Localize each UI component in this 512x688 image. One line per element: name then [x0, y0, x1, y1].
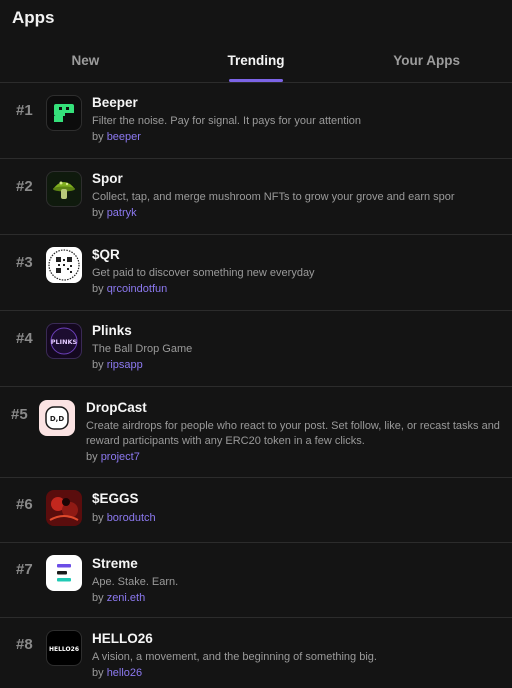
tab-your-apps[interactable]: Your Apps	[341, 38, 512, 82]
page-title: Apps	[12, 8, 55, 27]
tab-bar: New Trending Your Apps	[0, 38, 512, 83]
author-link[interactable]: project7	[101, 451, 140, 463]
app-info: Plinks The Ball Drop Game by ripsapp	[92, 323, 502, 373]
app-name: $EGGS	[92, 491, 139, 506]
app-author: by patryk	[92, 206, 502, 221]
app-row-hello26[interactable]: #8 HELLO26 HELLO26 A vision, a movement,…	[0, 618, 512, 688]
app-description: A vision, a movement, and the beginning …	[92, 651, 377, 663]
app-info: DropCast Create airdrops for people who …	[86, 400, 502, 465]
app-info: HELLO26 A vision, a movement, and the be…	[92, 631, 502, 681]
by-prefix: by	[92, 512, 104, 524]
page-header: Apps	[0, 0, 512, 38]
tab-label: New	[71, 53, 100, 68]
logo-text: HELLO26	[49, 646, 79, 653]
app-description: Ape. Stake. Earn.	[92, 576, 179, 588]
rank-label: #3	[16, 254, 33, 271]
app-list: #1 Beeper Filter the noise. Pay for sign…	[0, 83, 512, 688]
streme-logo-icon	[46, 555, 82, 591]
app-name: DropCast	[86, 400, 147, 415]
active-tab-indicator	[229, 79, 283, 82]
rank-label: #1	[16, 102, 33, 119]
rank-label: #7	[16, 561, 33, 578]
rank-label: #2	[16, 178, 33, 195]
dropcast-face-icon: D,D	[39, 400, 75, 436]
author-link[interactable]: beeper	[107, 131, 141, 143]
author-link[interactable]: hello26	[107, 667, 142, 679]
app-author: by project7	[86, 450, 502, 465]
app-info: $EGGS by borodutch	[92, 491, 502, 526]
rank-label: #5	[11, 406, 28, 423]
rank-label: #6	[16, 496, 33, 513]
qr-code-icon	[46, 247, 82, 283]
app-author: by ripsapp	[92, 358, 502, 373]
tab-label: Your Apps	[393, 53, 461, 68]
beeper-icon	[46, 95, 82, 131]
tab-label: Trending	[227, 53, 285, 68]
by-prefix: by	[86, 451, 98, 463]
author-link[interactable]: qrcoindotfun	[107, 283, 168, 295]
logo-text: D,D	[50, 415, 64, 423]
plinks-logo-icon: PLINKS	[46, 323, 82, 359]
author-link[interactable]: ripsapp	[107, 359, 143, 371]
app-row-plinks[interactable]: #4 PLINKS Plinks The Ball Drop Game by r…	[0, 311, 512, 387]
app-row-dropcast[interactable]: #5 D,D DropCast Create airdrops for peop…	[0, 387, 512, 478]
app-name: Beeper	[92, 95, 138, 110]
app-row-spor[interactable]: #2 Spor Collect, tap, and merge mushroom…	[0, 159, 512, 235]
app-row-qr[interactable]: #3 $QR Get paid to discover something ne…	[0, 235, 512, 311]
by-prefix: by	[92, 667, 104, 679]
app-author: by borodutch	[92, 511, 502, 526]
app-row-beeper[interactable]: #1 Beeper Filter the noise. Pay for sign…	[0, 83, 512, 159]
app-name: HELLO26	[92, 631, 153, 646]
app-name: $QR	[92, 247, 120, 262]
app-author: by zeni.eth	[92, 591, 502, 606]
app-name: Spor	[92, 171, 123, 186]
eggs-art-icon	[46, 490, 82, 526]
by-prefix: by	[92, 283, 104, 295]
tab-trending[interactable]: Trending	[171, 38, 342, 82]
author-link[interactable]: patryk	[107, 207, 137, 219]
by-prefix: by	[92, 207, 104, 219]
app-description: The Ball Drop Game	[92, 343, 193, 355]
tab-new[interactable]: New	[0, 38, 171, 82]
app-info: Beeper Filter the noise. Pay for signal.…	[92, 95, 502, 145]
app-name: Streme	[92, 556, 138, 571]
app-description: Collect, tap, and merge mushroom NFTs to…	[92, 191, 455, 203]
author-link[interactable]: zeni.eth	[107, 592, 146, 604]
by-prefix: by	[92, 359, 104, 371]
rank-label: #4	[16, 330, 33, 347]
rank-label: #8	[16, 636, 33, 653]
app-author: by qrcoindotfun	[92, 282, 502, 297]
by-prefix: by	[92, 131, 104, 143]
app-author: by hello26	[92, 666, 502, 681]
hello26-logo-icon: HELLO26	[46, 630, 82, 666]
logo-text: PLINKS	[51, 338, 78, 346]
app-info: Streme Ape. Stake. Earn. by zeni.eth	[92, 556, 502, 606]
app-info: $QR Get paid to discover something new e…	[92, 247, 502, 297]
app-name: Plinks	[92, 323, 132, 338]
app-description: Create airdrops for people who react to …	[86, 420, 500, 447]
app-author: by beeper	[92, 130, 502, 145]
app-description: Filter the noise. Pay for signal. It pay…	[92, 115, 362, 127]
author-link[interactable]: borodutch	[107, 512, 156, 524]
app-description: Get paid to discover something new every…	[92, 267, 315, 279]
by-prefix: by	[92, 592, 104, 604]
app-row-streme[interactable]: #7 Streme Ape. Stake. Earn. by zeni.eth	[0, 543, 512, 618]
mushroom-icon	[46, 171, 82, 207]
app-info: Spor Collect, tap, and merge mushroom NF…	[92, 171, 502, 221]
app-row-eggs[interactable]: #6 $EGGS by borodutch	[0, 478, 512, 543]
